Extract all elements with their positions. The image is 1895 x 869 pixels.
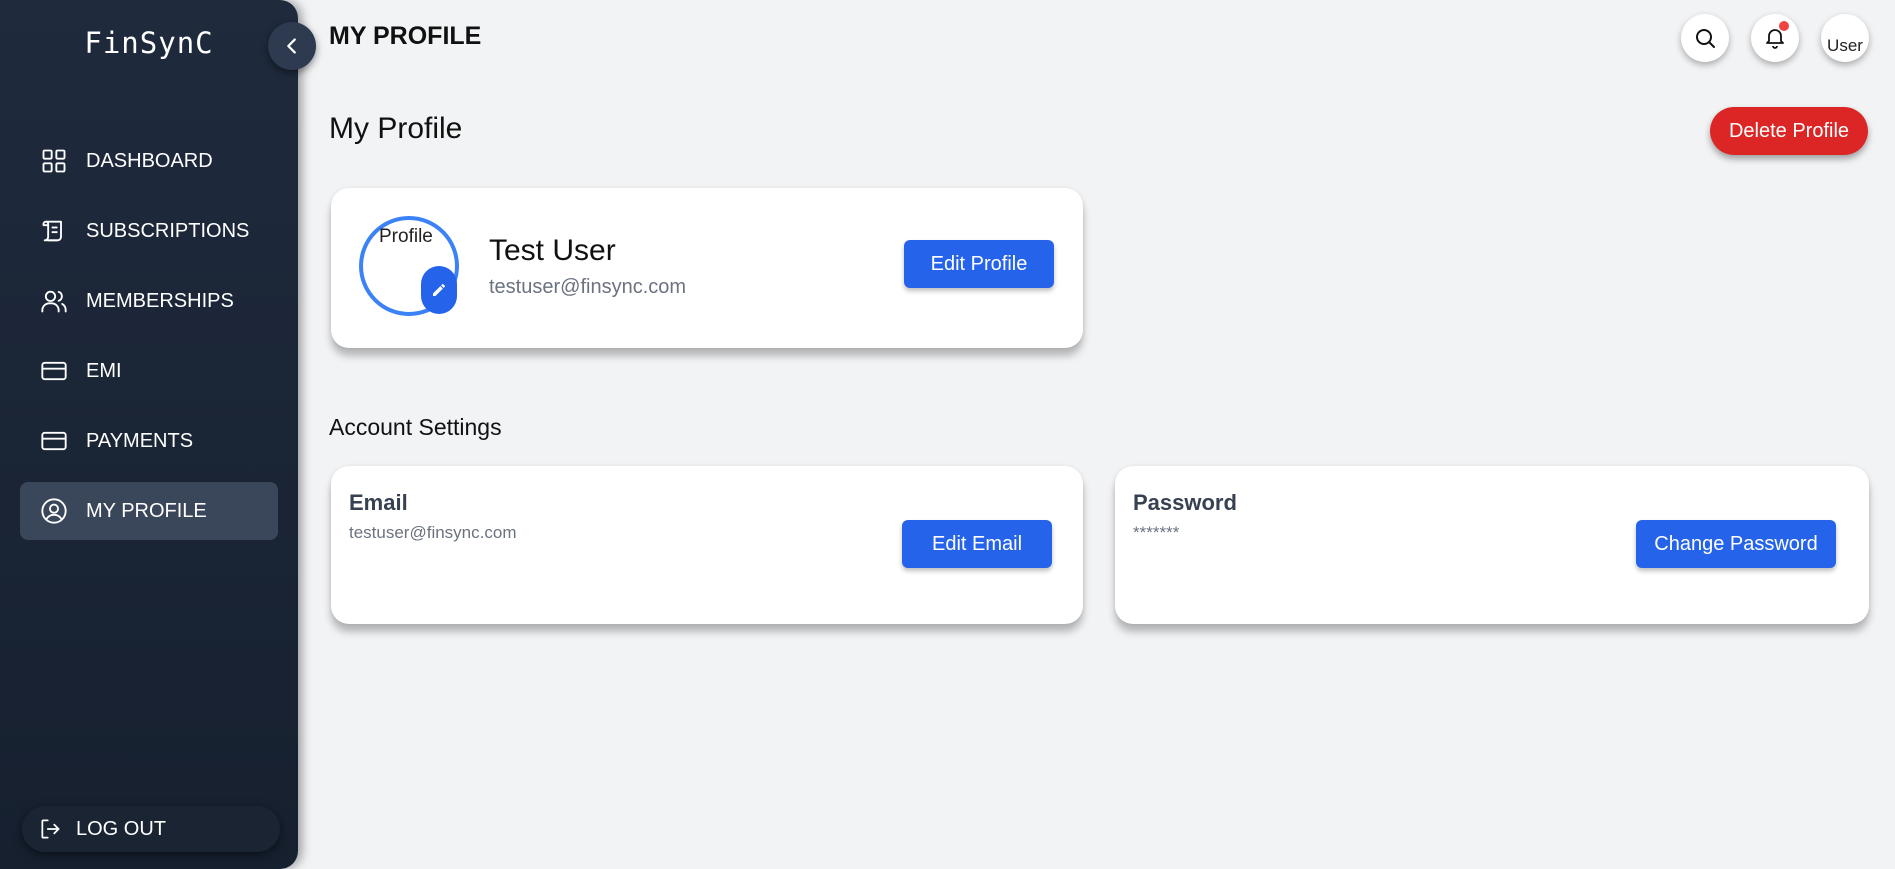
user-circle-icon [41, 498, 67, 524]
edit-avatar-button[interactable] [421, 266, 457, 314]
user-avatar[interactable]: User [1821, 14, 1869, 62]
page-title: My Profile [329, 112, 463, 145]
app-logo[interactable]: FinSynC [0, 26, 298, 60]
chevron-left-icon [287, 38, 296, 54]
grid-icon [42, 149, 66, 173]
scroll-icon [42, 220, 62, 242]
sidebar-item-subscriptions[interactable]: SUBSCRIPTIONS [20, 202, 278, 260]
sidebar-item-dashboard[interactable]: DASHBOARD [20, 132, 278, 190]
user-avatar-alt-text: User [1827, 36, 1863, 55]
password-label: Password [1133, 490, 1237, 515]
sidebar-item-label: MY PROFILE [86, 499, 207, 522]
profile-name: Test User [489, 234, 616, 267]
logout-button[interactable]: LOG OUT [22, 806, 280, 852]
sidebar-item-label: PAYMENTS [86, 429, 194, 452]
email-value: testuser@finsync.com [349, 523, 517, 542]
edit-email-button[interactable]: Edit Email [902, 520, 1052, 568]
account-settings-title: Account Settings [329, 414, 502, 440]
sidebar-item-label: DASHBOARD [86, 149, 213, 172]
sidebar: FinSynC DASHBOARD SUBSCRIPTIONS MEMBERSH… [0, 0, 316, 869]
search-button[interactable] [1681, 14, 1729, 62]
profile-avatar-alt-text: Profile [379, 226, 433, 247]
pencil-icon [433, 283, 445, 296]
logout-label: LOG OUT [76, 817, 167, 840]
collapse-sidebar-button[interactable] [268, 22, 316, 70]
sidebar-item-label: SUBSCRIPTIONS [86, 219, 250, 242]
sidebar-item-my-profile[interactable]: MY PROFILE [20, 482, 278, 540]
email-label: Email [349, 490, 408, 515]
sidebar-item-payments[interactable]: PAYMENTS [20, 412, 278, 470]
password-settings-card: Password ******* Change Password [1115, 466, 1869, 624]
notification-badge [1779, 21, 1789, 31]
card-icon [41, 361, 67, 381]
change-password-button[interactable]: Change Password [1636, 520, 1836, 568]
password-value: ******* [1133, 523, 1180, 542]
logout-icon [41, 819, 60, 839]
search-icon [1696, 29, 1715, 48]
page-header-title: MY PROFILE [329, 22, 482, 50]
header-actions: User [1681, 14, 1869, 62]
card-icon [41, 431, 67, 451]
sidebar-nav: DASHBOARD SUBSCRIPTIONS MEMBERSHIPS EMI … [20, 132, 278, 552]
edit-profile-button[interactable]: Edit Profile [904, 240, 1054, 288]
profile-email: testuser@finsync.com [489, 276, 687, 298]
sidebar-item-label: MEMBERSHIPS [86, 289, 234, 312]
profile-card: Profile Test User testuser@finsync.com E… [331, 188, 1083, 348]
users-icon [41, 290, 67, 313]
sidebar-item-emi[interactable]: EMI [20, 342, 278, 400]
notifications-button[interactable] [1751, 14, 1799, 62]
delete-profile-button[interactable]: Delete Profile [1710, 107, 1868, 155]
sidebar-item-memberships[interactable]: MEMBERSHIPS [20, 272, 278, 330]
email-settings-card: Email testuser@finsync.com Edit Email [331, 466, 1083, 624]
sidebar-item-label: EMI [86, 359, 122, 382]
